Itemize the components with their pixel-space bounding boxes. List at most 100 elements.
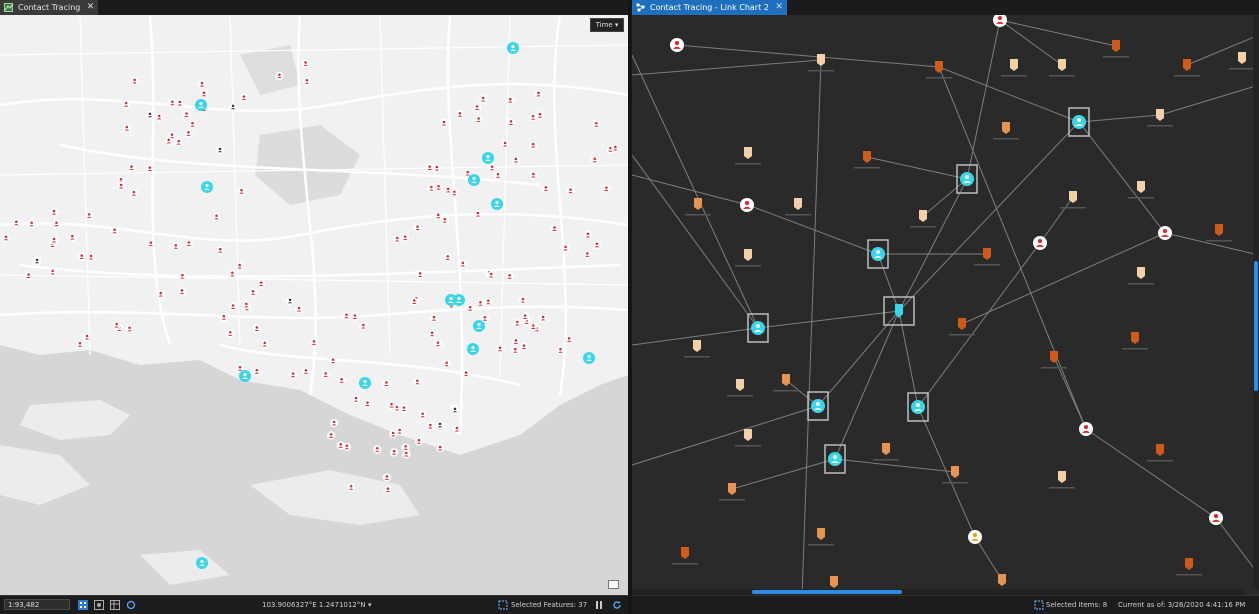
case-marker[interactable]	[127, 163, 136, 172]
case-marker[interactable]	[48, 267, 57, 277]
unlinked-case-marker[interactable]	[435, 420, 445, 430]
case-marker[interactable]	[155, 112, 164, 122]
case-marker[interactable]	[506, 118, 516, 127]
case-marker[interactable]	[513, 319, 522, 328]
case-marker[interactable]	[228, 302, 238, 311]
horizontal-scroll-thumb[interactable]	[752, 590, 902, 594]
case-marker[interactable]	[583, 230, 593, 240]
case-marker[interactable]	[373, 445, 382, 454]
case-marker[interactable]	[425, 163, 434, 172]
person-node[interactable]	[1033, 236, 1047, 250]
case-marker[interactable]	[342, 442, 352, 452]
case-marker[interactable]	[49, 208, 59, 217]
person-node[interactable]	[670, 38, 684, 52]
case-marker[interactable]	[164, 136, 173, 146]
case-marker[interactable]	[75, 340, 85, 349]
case-marker[interactable]	[129, 189, 139, 198]
unlinked-case-marker[interactable]	[450, 405, 460, 415]
selection-icon[interactable]	[498, 600, 508, 610]
case-marker[interactable]	[301, 59, 310, 68]
cluster-location-marker[interactable]	[482, 152, 494, 164]
case-marker[interactable]	[188, 120, 197, 129]
case-marker[interactable]	[541, 184, 551, 193]
case-marker[interactable]	[566, 186, 575, 195]
case-marker[interactable]	[77, 252, 86, 261]
case-marker[interactable]	[500, 139, 510, 149]
unlinked-case-marker[interactable]	[215, 145, 225, 155]
unlinked-case-marker[interactable]	[285, 296, 295, 306]
case-marker[interactable]	[590, 155, 600, 165]
case-marker[interactable]	[171, 242, 181, 251]
case-marker[interactable]	[337, 376, 346, 385]
case-marker[interactable]	[413, 223, 422, 232]
case-marker[interactable]	[611, 143, 620, 153]
case-marker[interactable]	[443, 253, 452, 262]
case-marker[interactable]	[130, 76, 139, 86]
case-marker[interactable]	[511, 346, 520, 355]
case-marker[interactable]	[112, 320, 121, 330]
selected-features-count[interactable]: Selected Features: 37	[511, 596, 587, 614]
cluster-location-marker[interactable]	[359, 377, 371, 389]
case-marker[interactable]	[12, 218, 21, 228]
case-marker[interactable]	[146, 239, 156, 248]
tab-contact-tracing[interactable]: Contact Tracing ✕	[0, 0, 99, 15]
case-marker[interactable]	[145, 164, 155, 173]
case-marker[interactable]	[402, 449, 411, 459]
cluster-location-marker[interactable]	[467, 343, 479, 355]
case-marker[interactable]	[175, 99, 184, 108]
attribution-icon[interactable]	[608, 580, 619, 589]
case-marker[interactable]	[519, 342, 529, 352]
case-marker[interactable]	[518, 295, 528, 305]
case-marker[interactable]	[27, 219, 36, 229]
case-marker[interactable]	[174, 138, 183, 147]
case-marker[interactable]	[275, 71, 284, 81]
case-marker[interactable]	[556, 346, 565, 355]
case-marker[interactable]	[476, 299, 485, 308]
case-marker[interactable]	[429, 314, 439, 323]
cluster-location-marker[interactable]	[468, 174, 480, 186]
case-marker[interactable]	[237, 187, 246, 196]
case-marker[interactable]	[493, 171, 503, 180]
case-marker[interactable]	[242, 300, 251, 310]
link-chart-pane[interactable]: Contact Tracing - Link Chart 2 ✕ Selecte…	[632, 0, 1259, 614]
link-chart-canvas[interactable]	[632, 15, 1259, 596]
person-node[interactable]	[1079, 422, 1093, 436]
case-marker[interactable]	[529, 171, 538, 180]
coordinate-format-dropdown[interactable]: ▾	[368, 596, 372, 614]
cluster-location-marker[interactable]	[195, 99, 207, 111]
case-marker[interactable]	[382, 379, 391, 388]
case-marker[interactable]	[329, 418, 339, 428]
unlinked-case-marker[interactable]	[228, 102, 238, 112]
case-marker[interactable]	[401, 233, 410, 243]
case-marker[interactable]	[1, 233, 11, 243]
case-marker[interactable]	[505, 272, 514, 281]
case-marker[interactable]	[212, 212, 221, 222]
case-marker[interactable]	[252, 324, 262, 333]
case-marker[interactable]	[452, 425, 462, 434]
person-node[interactable]	[968, 530, 982, 544]
case-marker[interactable]	[564, 335, 574, 344]
cluster-location-marker[interactable]	[583, 352, 595, 364]
cluster-location-marker[interactable]	[491, 198, 503, 210]
case-marker[interactable]	[125, 324, 134, 334]
case-marker[interactable]	[346, 483, 356, 492]
case-marker[interactable]	[427, 183, 436, 193]
time-slider-button[interactable]: Time ▾	[590, 18, 624, 32]
case-marker[interactable]	[328, 356, 338, 366]
case-marker[interactable]	[52, 219, 61, 229]
case-marker[interactable]	[184, 129, 193, 138]
case-marker[interactable]	[592, 120, 601, 129]
case-marker[interactable]	[387, 400, 396, 410]
cluster-location-marker[interactable]	[239, 370, 251, 382]
case-marker[interactable]	[511, 337, 521, 346]
case-marker[interactable]	[511, 155, 521, 165]
case-marker[interactable]	[82, 333, 92, 342]
case-marker[interactable]	[226, 329, 235, 338]
case-marker[interactable]	[432, 163, 442, 173]
case-marker[interactable]	[199, 89, 209, 99]
unlinked-case-marker[interactable]	[32, 256, 42, 266]
cluster-location-marker[interactable]	[201, 181, 213, 193]
case-marker[interactable]	[418, 410, 427, 420]
close-icon[interactable]: ✕	[87, 0, 95, 15]
case-marker[interactable]	[301, 367, 311, 376]
